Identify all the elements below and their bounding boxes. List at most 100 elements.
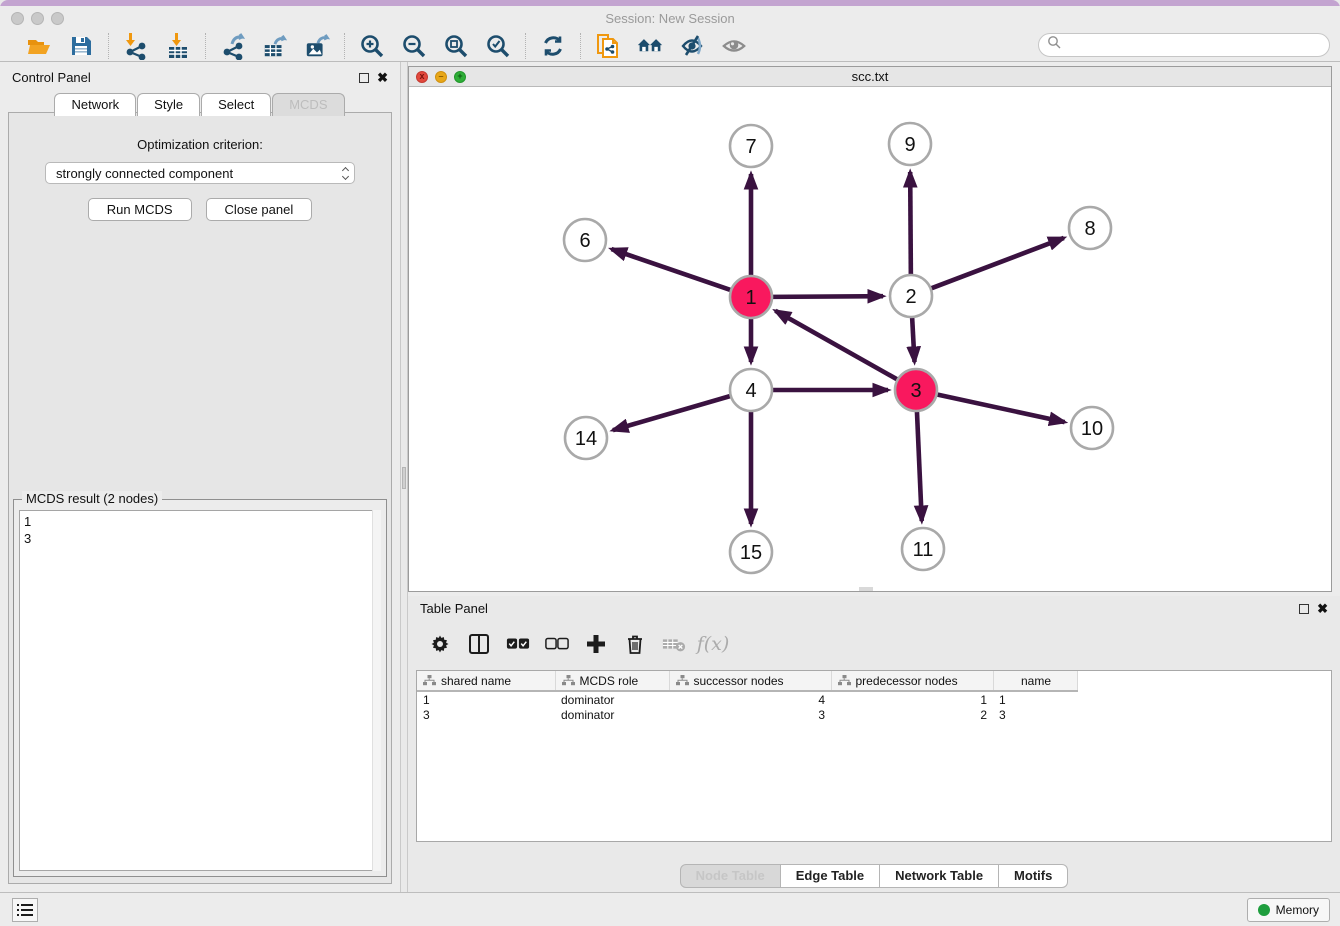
control-panel-tabs: Network Style Select MCDS — [0, 93, 400, 116]
zoom-fit-icon[interactable] — [443, 33, 469, 59]
cell-predecessor-nodes[interactable]: 2 — [831, 707, 993, 723]
close-panel-button[interactable]: Close panel — [206, 198, 313, 221]
mcds-result-scrollbar[interactable] — [372, 510, 381, 871]
show-panels-button[interactable] — [12, 898, 38, 922]
search-input[interactable] — [1038, 33, 1330, 57]
panel-splitter[interactable] — [400, 62, 408, 892]
column-header-successor-nodes[interactable]: successor nodes — [669, 671, 831, 691]
table-row[interactable]: 3 dominator 3 2 3 — [417, 707, 1077, 723]
memory-button[interactable]: Memory — [1247, 898, 1330, 922]
tab-network-table[interactable]: Network Table — [880, 864, 999, 888]
graph-edge-1-2[interactable] — [772, 296, 883, 297]
float-table-panel-icon[interactable] — [1299, 604, 1309, 614]
tab-edge-table[interactable]: Edge Table — [781, 864, 880, 888]
refresh-layout-icon[interactable] — [540, 33, 566, 59]
gear-icon[interactable] — [428, 632, 452, 656]
add-column-icon[interactable] — [584, 632, 608, 656]
graph-node-label-8: 8 — [1084, 218, 1095, 240]
criterion-select[interactable]: strongly connected component — [45, 162, 355, 184]
close-panel-icon[interactable]: ✖ — [377, 73, 388, 83]
cell-successor-nodes[interactable]: 4 — [669, 691, 831, 707]
home-layout-icon[interactable] — [637, 33, 663, 59]
show-hide-eye-icon[interactable] — [721, 33, 747, 59]
cell-predecessor-nodes[interactable]: 1 — [831, 691, 993, 707]
tab-node-table[interactable]: Node Table — [680, 864, 781, 888]
criterion-select-value: strongly connected component — [56, 166, 233, 181]
import-network-icon[interactable] — [123, 33, 149, 59]
table-panel: Table Panel ✖ — [408, 596, 1340, 892]
float-panel-icon[interactable] — [359, 73, 369, 83]
column-header-name[interactable]: name — [993, 671, 1077, 691]
canvas-scrollbar[interactable] — [859, 587, 873, 591]
network-view-window: scc.txt x – + 1234678910111415 — [408, 66, 1332, 592]
export-network-icon[interactable] — [220, 33, 246, 59]
cell-shared-name[interactable]: 3 — [417, 707, 555, 723]
graph-edge-2-8[interactable] — [931, 238, 1064, 289]
graph-node-label-2: 2 — [905, 286, 916, 308]
open-folder-icon[interactable] — [26, 33, 52, 59]
graph-edge-3-1[interactable] — [775, 311, 897, 380]
zoom-in-icon[interactable] — [359, 33, 385, 59]
cell-name[interactable]: 1 — [993, 691, 1077, 707]
column-layout-icon[interactable] — [467, 632, 491, 656]
column-header-mcds-role[interactable]: MCDS role — [555, 671, 669, 691]
graph-edge-3-11[interactable] — [917, 411, 922, 521]
graph-edge-2-3[interactable] — [912, 317, 914, 362]
network-window-titlebar[interactable]: scc.txt x – + — [409, 67, 1331, 87]
mcds-panel-body: Optimization criterion: strongly connect… — [8, 112, 392, 884]
memory-label: Memory — [1276, 903, 1319, 917]
control-panel: Control Panel ✖ Network Style Select MCD… — [0, 62, 400, 892]
graph-edge-2-9[interactable] — [910, 172, 911, 275]
deselect-all-icon[interactable] — [545, 632, 569, 656]
control-panel-title: Control Panel — [12, 70, 91, 85]
close-table-panel-icon[interactable]: ✖ — [1317, 604, 1328, 614]
select-all-icon[interactable] — [506, 632, 530, 656]
network-canvas[interactable]: 1234678910111415 — [409, 87, 1331, 591]
table-toolbar: f(x) — [408, 616, 1340, 660]
mcds-result-title: MCDS result (2 nodes) — [22, 491, 162, 506]
table-panel-title: Table Panel — [420, 601, 488, 616]
search-icon — [1047, 35, 1062, 55]
network-from-selection-icon[interactable] — [595, 33, 621, 59]
run-mcds-button[interactable]: Run MCDS — [88, 198, 192, 221]
column-header-shared-name[interactable]: shared name — [417, 671, 555, 691]
cell-mcds-role[interactable]: dominator — [555, 691, 669, 707]
tab-select[interactable]: Select — [201, 93, 271, 116]
cell-successor-nodes[interactable]: 3 — [669, 707, 831, 723]
splitter-grip[interactable] — [402, 467, 406, 489]
graph-node-label-1: 1 — [745, 287, 756, 309]
tab-network[interactable]: Network — [54, 93, 136, 116]
graph-edge-4-14[interactable] — [613, 396, 731, 430]
save-icon[interactable] — [68, 33, 94, 59]
tab-style[interactable]: Style — [137, 93, 200, 116]
main-toolbar — [0, 30, 1340, 62]
function-builder-icon[interactable]: f(x) — [701, 632, 725, 656]
graph-edge-1-6[interactable] — [611, 249, 731, 290]
mcds-result-box: MCDS result (2 nodes) 1 3 — [13, 499, 387, 877]
cell-shared-name[interactable]: 1 — [417, 691, 555, 707]
chevron-up-down-icon — [343, 168, 348, 179]
main-titlebar: Session: New Session — [0, 6, 1340, 30]
graph-node-label-9: 9 — [904, 134, 915, 156]
zoom-selected-icon[interactable] — [485, 33, 511, 59]
window-title: Session: New Session — [0, 11, 1340, 26]
export-image-icon[interactable] — [304, 33, 330, 59]
import-table-icon[interactable] — [165, 33, 191, 59]
graph-node-label-11: 11 — [913, 539, 934, 561]
cell-name[interactable]: 3 — [993, 707, 1077, 723]
table-header-row: shared name MCDS role successor nodes pr… — [417, 671, 1077, 691]
mcds-result-text[interactable]: 1 3 — [19, 510, 381, 871]
zoom-out-icon[interactable] — [401, 33, 427, 59]
delete-table-icon[interactable] — [662, 632, 686, 656]
table-row[interactable]: 1 dominator 4 1 1 — [417, 691, 1077, 707]
graph-edge-3-10[interactable] — [937, 394, 1065, 422]
export-table-icon[interactable] — [262, 33, 288, 59]
cell-mcds-role[interactable]: dominator — [555, 707, 669, 723]
network-graph[interactable]: 1234678910111415 — [409, 87, 1331, 591]
toggle-details-icon[interactable] — [679, 33, 705, 59]
tab-mcds[interactable]: MCDS — [272, 93, 344, 116]
column-header-predecessor-nodes[interactable]: predecessor nodes — [831, 671, 993, 691]
delete-icon[interactable] — [623, 632, 647, 656]
tab-motifs[interactable]: Motifs — [999, 864, 1068, 888]
node-table: shared name MCDS role successor nodes pr… — [416, 670, 1332, 842]
